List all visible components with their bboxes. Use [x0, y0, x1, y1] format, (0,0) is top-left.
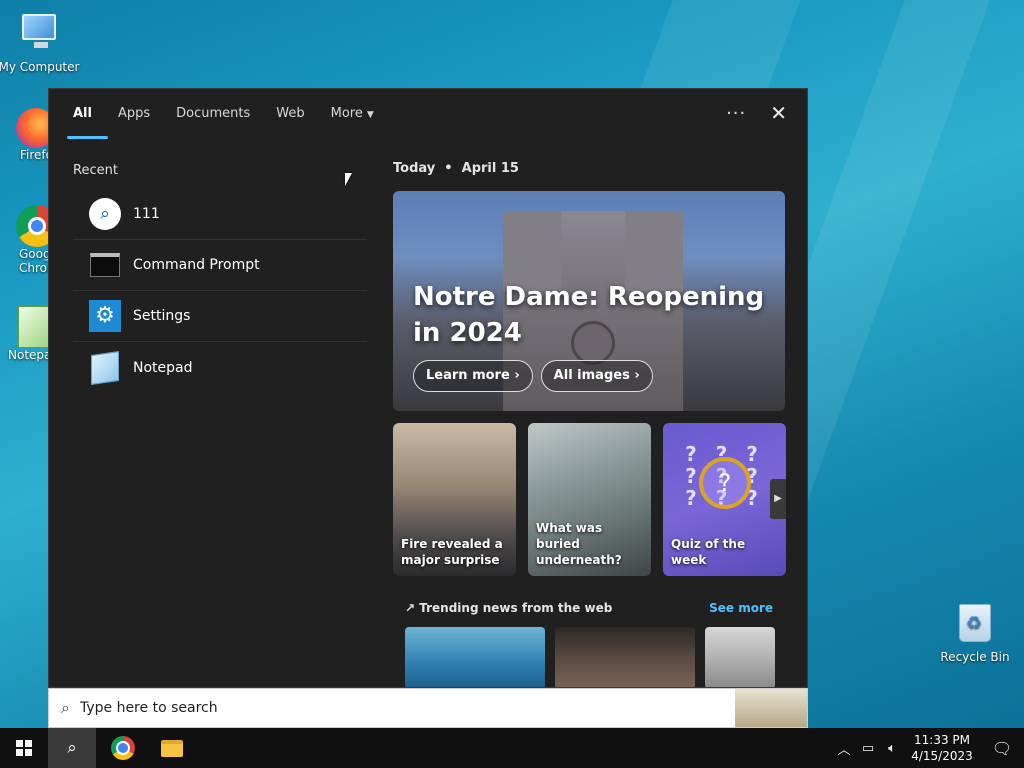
button-label: Learn more	[426, 368, 510, 383]
caret-down-icon: ▼	[366, 110, 374, 120]
search-panel: All Apps Documents Web More ▼ ··· ✕ Recen…	[48, 88, 808, 688]
chrome-icon	[111, 736, 135, 760]
taskbar-file-explorer-button[interactable]	[148, 728, 196, 768]
recent-list: ⌕ 111 Command Prompt ⚙ Settings Notepad	[73, 189, 367, 393]
trending-news-list	[405, 627, 775, 687]
desktop-icon-label: Notepa	[8, 348, 52, 362]
tab-apps[interactable]: Apps	[118, 89, 150, 139]
tab-documents[interactable]: Documents	[176, 89, 250, 139]
search-input[interactable]: ⌕ Type here to search	[48, 688, 808, 728]
story-card-fire[interactable]: Fire revealed a major surprise	[393, 423, 516, 576]
tab-label: Documents	[176, 106, 251, 121]
card-caption: Fire revealed a major surprise	[401, 537, 503, 567]
all-images-button[interactable]: All images ›	[540, 360, 653, 392]
magnifier-icon: ?	[699, 457, 751, 509]
recent-item-label: Command Prompt	[133, 257, 260, 273]
folder-icon	[161, 739, 183, 757]
tab-label: Web	[276, 106, 305, 121]
story-cards: Fire revealed a major surprise What was …	[393, 423, 789, 576]
news-thumbnail-couple[interactable]	[555, 627, 695, 687]
hero-title: Notre Dame: Reopening in 2024	[413, 282, 765, 348]
card-caption: Quiz of the week	[671, 537, 746, 567]
recent-item-settings[interactable]: ⚙ Settings	[73, 291, 367, 342]
desktop-icon-recycle-bin[interactable]: Recycle Bin	[933, 602, 1017, 664]
recycle-bin-icon	[953, 604, 997, 648]
gear-icon: ⚙	[89, 300, 121, 332]
start-button[interactable]	[0, 728, 48, 768]
news-thumbnail-shark[interactable]	[405, 627, 545, 687]
hero-card[interactable]: Notre Dame: Reopening in 2024 Learn more…	[393, 191, 785, 411]
trending-label: Trending news from the web	[419, 601, 613, 615]
chevron-right-icon[interactable]: ▶	[770, 479, 786, 519]
trending-title: ↗ Trending news from the web	[405, 601, 612, 615]
news-thumbnail-person[interactable]	[705, 627, 775, 687]
notre-dame-thumbnail[interactable]	[735, 689, 807, 727]
computer-icon	[17, 14, 61, 58]
clock-time: 11:33 PM	[914, 733, 970, 747]
ellipsis-icon[interactable]: ···	[726, 103, 746, 124]
see-more-link[interactable]: See more	[709, 601, 773, 615]
desktop-icon-notepad[interactable]: Notepa	[8, 306, 54, 362]
learn-more-button[interactable]: Learn more ›	[413, 360, 533, 392]
recent-item-label: Notepad	[133, 359, 193, 376]
tab-label: All	[73, 106, 92, 121]
recent-heading: Recent	[73, 163, 118, 178]
desktop-icon-my-computer[interactable]: My Computer	[0, 8, 81, 74]
mouse-cursor-icon	[345, 173, 352, 186]
search-icon: ⌕	[61, 698, 70, 717]
command-prompt-icon	[90, 253, 120, 277]
button-label: All images	[553, 368, 630, 383]
search-placeholder: Type here to search	[79, 700, 218, 716]
taskbar-search-button[interactable]: ⌕	[48, 728, 96, 768]
trending-header: ↗ Trending news from the web See more	[405, 601, 773, 615]
recent-item-label: Settings	[133, 308, 191, 324]
desktop-icon-label: My Computer	[0, 60, 80, 74]
network-icon[interactable]: ▭	[856, 741, 880, 756]
desktop-icon-google-chrome[interactable]: Goog Chrom	[8, 205, 59, 275]
trending-icon: ↗	[405, 601, 416, 615]
desktop-icon-firefox[interactable]: Firefo	[8, 108, 56, 162]
tab-more[interactable]: More ▼	[331, 89, 374, 139]
tab-web[interactable]: Web	[276, 89, 304, 139]
recent-item-111[interactable]: ⌕ 111	[73, 189, 367, 240]
notification-icon[interactable]: 🗨︎	[980, 739, 1024, 758]
story-card-buried[interactable]: What was buried underneath?	[528, 423, 651, 576]
tab-label: Apps	[117, 106, 151, 121]
notepad-icon	[91, 350, 119, 385]
system-tray: ︿ ▭ 🔈︎ 11:33 PM 4/15/2023 🗨︎	[832, 728, 1024, 768]
clock-date: 4/15/2023	[911, 749, 973, 763]
recent-item-command-prompt[interactable]: Command Prompt	[73, 240, 367, 291]
card-caption: What was buried underneath?	[536, 521, 622, 567]
chevron-up-icon[interactable]: ︿	[832, 739, 856, 758]
search-tabs: All Apps Documents Web More ▼	[49, 89, 807, 139]
taskbar-chrome-button[interactable]	[99, 728, 147, 768]
recent-item-label: 111	[133, 206, 160, 222]
clock[interactable]: 11:33 PM 4/15/2023	[904, 732, 980, 764]
taskbar: ⌕ ︿ ▭ 🔈︎ 11:33 PM 4/15/2023 🗨︎	[0, 728, 1024, 768]
close-icon[interactable]: ✕	[770, 101, 787, 125]
story-card-quiz[interactable]: ? ? ?? ? ?? ? ? ? ▶ Quiz of the week	[663, 423, 786, 576]
recent-item-notepad[interactable]: Notepad	[73, 342, 367, 393]
search-icon: ⌕	[67, 738, 77, 758]
volume-icon[interactable]: 🔈︎	[880, 741, 904, 756]
chevron-right-icon: ›	[634, 368, 640, 383]
date-line: Today • April 15	[393, 161, 519, 176]
desktop-icon-label: Recycle Bin	[940, 650, 1010, 664]
tab-all[interactable]: All	[67, 89, 108, 139]
chevron-right-icon: ›	[514, 368, 520, 383]
search-icon: ⌕	[89, 198, 121, 230]
windows-logo-icon	[16, 740, 32, 756]
tab-label: More	[330, 106, 363, 121]
